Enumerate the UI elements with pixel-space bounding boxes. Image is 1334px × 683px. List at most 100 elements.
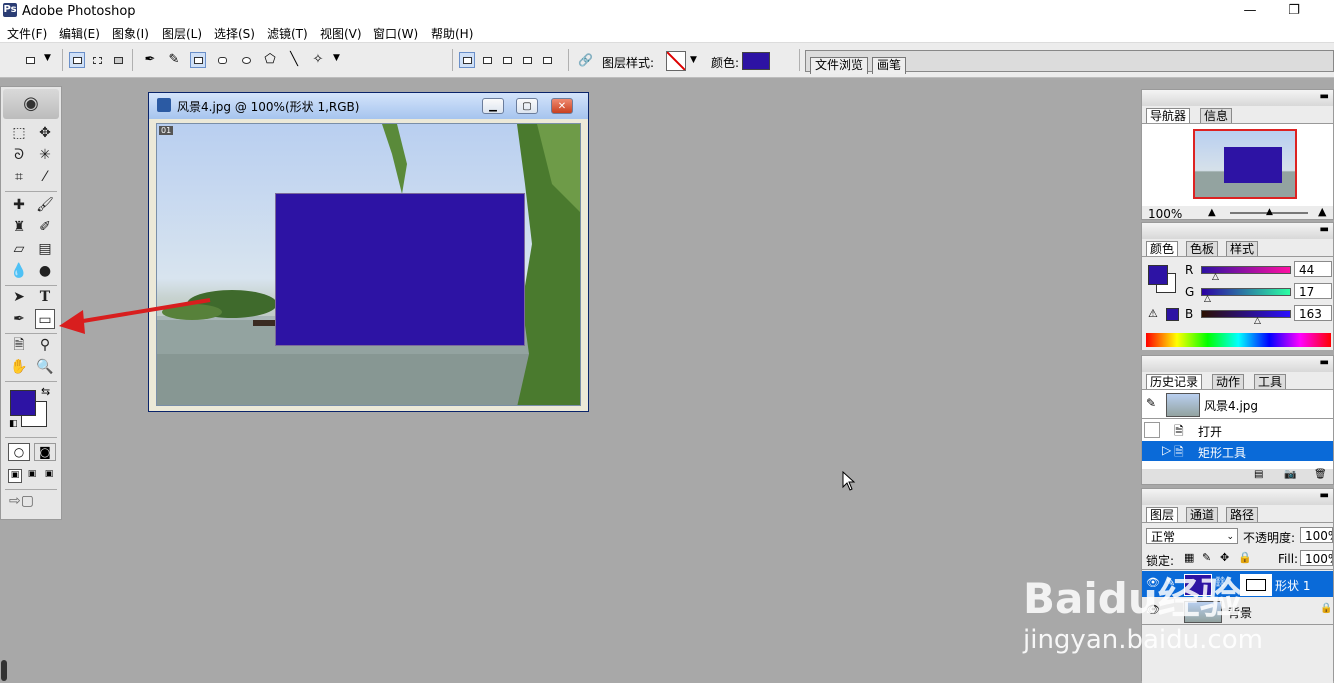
history-brush-source-icon[interactable]: ✎: [1146, 396, 1156, 410]
b-slider-handle[interactable]: △: [1254, 316, 1261, 326]
intersect-shape-button[interactable]: [519, 52, 535, 68]
menu-view[interactable]: 视图(V): [320, 25, 362, 42]
tab-layers[interactable]: 图层: [1146, 507, 1179, 523]
snapshot-thumbnail[interactable]: [1166, 393, 1200, 417]
tab-paths[interactable]: 路径: [1226, 507, 1259, 523]
color-ramp[interactable]: [1146, 333, 1331, 347]
doc-maximize-button[interactable]: ▢: [516, 98, 538, 114]
rectangle-tool-icon[interactable]: ▭: [35, 309, 55, 329]
r-slider-handle[interactable]: △: [1212, 272, 1219, 282]
opacity-field[interactable]: 100%: [1300, 527, 1333, 543]
zoom-tool-icon[interactable]: 🔍: [35, 357, 55, 377]
eraser-tool-icon[interactable]: ▱: [9, 239, 29, 259]
zoom-field[interactable]: 100%: [1144, 206, 1199, 222]
new-document-icon[interactable]: ▤: [1254, 469, 1263, 480]
blur-tool-icon[interactable]: 💧: [9, 261, 29, 281]
chevron-down-icon[interactable]: ▼: [333, 53, 340, 63]
document-titlebar[interactable]: 风景4.jpg @ 100%(形状 1,RGB) ▁ ▢ ✕: [149, 93, 588, 119]
foreground-color-swatch[interactable]: [10, 390, 36, 416]
chevron-down-icon[interactable]: ▼: [44, 53, 51, 63]
menu-help[interactable]: 帮助(H): [431, 25, 473, 42]
default-colors-icon[interactable]: ◧: [9, 419, 18, 429]
doc-close-button[interactable]: ✕: [551, 98, 573, 114]
zoom-in-icon[interactable]: ▲: [1318, 205, 1326, 218]
menu-window[interactable]: 窗口(W): [373, 25, 418, 42]
crop-tool-icon[interactable]: ⌗: [9, 167, 29, 187]
lock-all-icon[interactable]: 🔒: [1238, 551, 1252, 564]
panel-header[interactable]: ▬: [1142, 356, 1333, 372]
minimize-button[interactable]: —: [1240, 3, 1260, 19]
ellipse-option-button[interactable]: [238, 52, 254, 68]
lock-image-icon[interactable]: ✎: [1202, 551, 1211, 564]
pen-tool-icon[interactable]: ✒: [9, 309, 29, 329]
pen-tool-option-icon[interactable]: ✒: [142, 52, 158, 68]
snapshot-name[interactable]: 风景4.jpg: [1204, 397, 1258, 414]
vector-mask-thumbnail[interactable]: [1240, 574, 1272, 596]
lock-position-icon[interactable]: ✥: [1220, 551, 1229, 564]
color-fg-swatch[interactable]: [1148, 265, 1168, 285]
menu-image[interactable]: 图象(I): [112, 25, 149, 42]
dodge-tool-icon[interactable]: ●: [35, 261, 55, 281]
add-to-shape-button[interactable]: [479, 52, 495, 68]
doc-minimize-button[interactable]: ▁: [482, 98, 504, 114]
freeform-pen-option-icon[interactable]: ✎: [166, 52, 182, 68]
g-slider-handle[interactable]: △: [1204, 294, 1211, 304]
new-snapshot-icon[interactable]: 📷: [1284, 469, 1296, 480]
fill-field[interactable]: 100%: [1300, 550, 1333, 566]
r-value-field[interactable]: 44: [1294, 261, 1332, 277]
gradient-tool-icon[interactable]: ▤: [35, 239, 55, 259]
navigator-thumbnail[interactable]: [1193, 129, 1297, 199]
lock-transparency-icon[interactable]: ▦: [1184, 551, 1194, 564]
full-screen-mode-button[interactable]: ▣: [42, 469, 56, 483]
menu-filter[interactable]: 滤镜(T): [267, 25, 308, 42]
menu-edit[interactable]: 编辑(E): [59, 25, 100, 42]
document-canvas[interactable]: 01: [156, 123, 581, 406]
quick-mask-mode-button[interactable]: ◙: [34, 443, 56, 461]
polygon-option-icon[interactable]: ⬠: [262, 52, 278, 68]
rectangle-shape-option-button[interactable]: [190, 52, 206, 68]
adobe-online-eye-icon[interactable]: ◉: [3, 89, 59, 119]
tab-info[interactable]: 信息: [1200, 108, 1233, 124]
b-value-field[interactable]: 163: [1294, 305, 1332, 321]
swap-colors-icon[interactable]: ⇆: [41, 385, 50, 398]
link-icon[interactable]: 🔗: [577, 52, 593, 68]
standard-mode-button[interactable]: ○: [8, 443, 30, 461]
healing-brush-tool-icon[interactable]: ✚: [9, 195, 29, 215]
tab-styles[interactable]: 样式: [1226, 241, 1259, 257]
menu-select[interactable]: 选择(S): [214, 25, 255, 42]
panel-header[interactable]: ▬: [1142, 223, 1333, 239]
blend-mode-select[interactable]: 正常 ⌄: [1146, 528, 1238, 544]
clone-stamp-tool-icon[interactable]: ♜: [9, 217, 29, 237]
notes-tool-icon[interactable]: 🗎: [9, 335, 29, 355]
menu-layer[interactable]: 图层(L): [162, 25, 202, 42]
file-browser-tab[interactable]: 文件浏览: [810, 57, 869, 74]
tab-color[interactable]: 颜色: [1146, 241, 1179, 257]
zoom-out-icon[interactable]: ▲: [1208, 207, 1216, 218]
history-brush-tool-icon[interactable]: ✐: [35, 217, 55, 237]
history-item[interactable]: 🗎 打开: [1142, 420, 1333, 440]
move-tool-icon[interactable]: ✥: [35, 123, 55, 143]
gamut-warning-icon[interactable]: ⚠: [1148, 307, 1158, 320]
tab-navigator[interactable]: 导航器: [1146, 108, 1191, 124]
fill-pixels-button[interactable]: [110, 52, 126, 68]
tab-tools[interactable]: 工具: [1254, 374, 1287, 390]
brush-tool-icon[interactable]: 🖌: [35, 195, 55, 215]
chevron-down-icon[interactable]: ▼: [690, 55, 697, 65]
subtract-shape-button[interactable]: [499, 52, 515, 68]
restore-button[interactable]: ❐: [1284, 3, 1304, 19]
zoom-slider-handle[interactable]: ▲: [1266, 207, 1273, 217]
lasso-tool-icon[interactable]: ᘐ: [9, 145, 29, 165]
tool-preset-picker[interactable]: [22, 52, 38, 68]
create-new-shape-button[interactable]: [459, 52, 475, 68]
scroll-handle[interactable]: [1, 660, 7, 681]
jump-to-imageready-icon[interactable]: ⇨▢: [9, 493, 34, 509]
tab-history[interactable]: 历史记录: [1146, 374, 1203, 390]
magic-wand-tool-icon[interactable]: ✳: [35, 145, 55, 165]
eyedropper-tool-icon[interactable]: ⚲: [35, 335, 55, 355]
layer-style-picker[interactable]: [666, 51, 686, 71]
exclude-shape-button[interactable]: [539, 52, 555, 68]
standard-screen-mode-button[interactable]: ▣: [8, 469, 22, 483]
rectangle-shape[interactable]: [275, 193, 525, 346]
panel-header[interactable]: ▬: [1142, 489, 1333, 505]
trash-icon[interactable]: 🗑: [1314, 469, 1327, 480]
